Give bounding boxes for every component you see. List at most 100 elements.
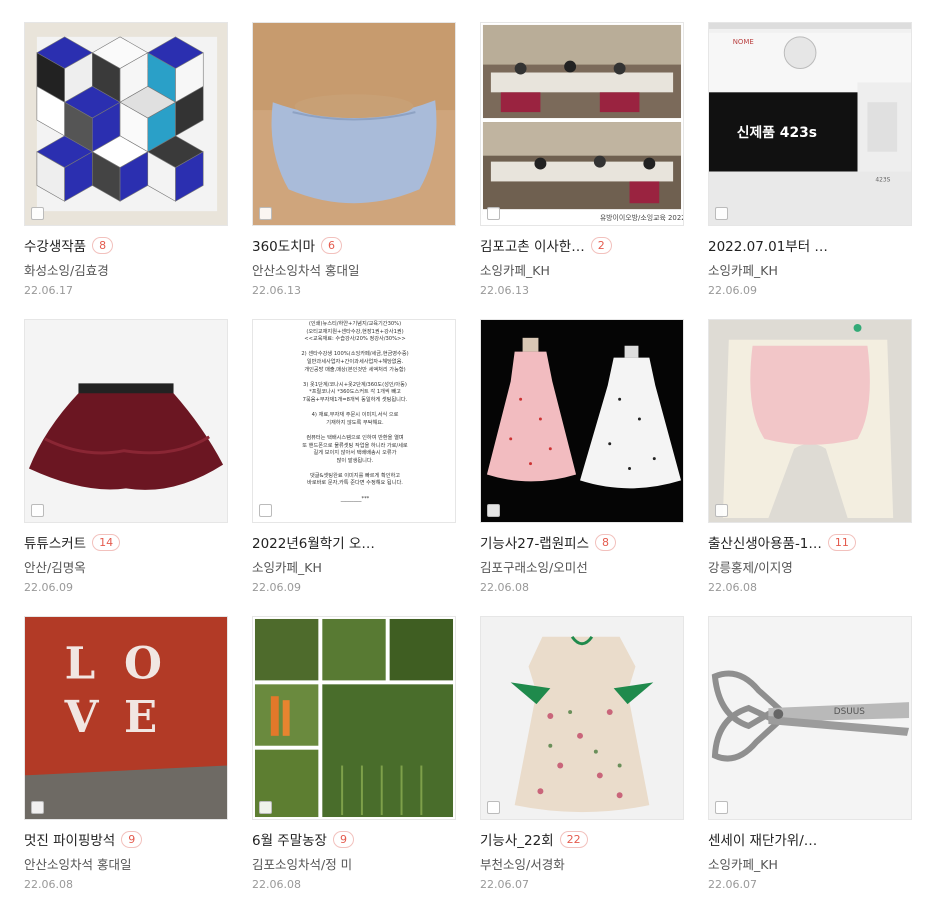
post-author[interactable]: 화성소잉/김효경 — [24, 260, 228, 279]
post-title[interactable]: 튜튜스커트 — [24, 532, 86, 552]
post-card[interactable]: NOME 신제품 423s 423S 2022.07.01부터 … 소잉카페_K… — [708, 22, 912, 319]
post-thumbnail[interactable]: DSUUS — [708, 616, 912, 820]
comment-count-badge: 9 — [121, 830, 143, 848]
tutu-skirt-image — [25, 320, 227, 522]
post-card[interactable]: 튜튜스커트 14 안산/김명옥 22.06.09 — [24, 319, 228, 616]
notice-document: (인쇄)뉴스티/하얀+기념지/교육기간30%) (오티교재지원+센타수강,현장1권… — [253, 320, 455, 522]
select-checkbox[interactable] — [31, 801, 44, 814]
select-checkbox[interactable] — [487, 207, 500, 220]
post-thumbnail[interactable] — [24, 319, 228, 523]
document-line: 개인공방 매출,매상(본인것만 세액처리 가능함) — [304, 366, 406, 373]
post-title[interactable]: 6월 주말농장 — [252, 829, 327, 849]
machine-brand: NOME — [733, 38, 754, 46]
post-card[interactable]: 기능사_22회 22 부천소잉/서경화 22.06.07 — [480, 616, 684, 913]
sewing-machine-image: NOME 신제품 423s 423S — [709, 23, 911, 225]
post-title[interactable]: 수강생작품 — [24, 235, 86, 255]
select-checkbox[interactable] — [259, 207, 272, 220]
post-title[interactable]: 기능사27-랩원피스 — [480, 532, 589, 552]
document-line: 2) 센타수강생 100%(소잉카페/세금,현금영수증) — [301, 351, 409, 358]
post-date: 22.06.09 — [252, 581, 301, 594]
comment-count-badge: 22 — [559, 830, 588, 848]
post-author[interactable]: 안산/김명옥 — [24, 557, 228, 576]
comment-count-badge: 14 — [92, 533, 121, 551]
post-author[interactable]: 안산소잉차석 홍대일 — [252, 260, 456, 279]
document-line: 컴퓨터는 택배시스템으로 인하여 반환을 열며 — [306, 434, 404, 441]
post-card[interactable]: 기능사27-랩원피스 8 김포구래소잉/오미선 22.06.08 — [480, 319, 684, 616]
select-checkbox[interactable] — [487, 504, 500, 517]
post-card[interactable]: 6월 주말농장 9 김포소잉차석/정 미 22.06.08 — [252, 616, 456, 913]
post-date: 22.06.08 — [708, 581, 757, 594]
wrap-dress-image — [481, 320, 683, 522]
post-card[interactable]: (인쇄)뉴스티/하얀+기념지/교육기간30%) (오티교재지원+센타수강,현장1권… — [252, 319, 456, 616]
select-checkbox[interactable] — [259, 801, 272, 814]
post-thumbnail[interactable]: L O V E — [24, 616, 228, 820]
post-author[interactable]: 강릉홍제/이지영 — [708, 557, 912, 576]
document-line: *프릴코나시 *360도스커트 각 1개씩 빼고 — [309, 389, 401, 396]
post-thumbnail[interactable] — [252, 22, 456, 226]
scissors-image: DSUUS — [709, 617, 911, 819]
post-thumbnail[interactable]: NOME 신제품 423s 423S — [708, 22, 912, 226]
post-author[interactable]: 부천소잉/서경화 — [480, 854, 684, 873]
select-checkbox[interactable] — [487, 801, 500, 814]
document-line: 일반과세사업자+간이과세사업자+해당없음. — [306, 358, 404, 365]
comment-count-badge: 9 — [332, 830, 354, 848]
post-title[interactable]: 기능사_22회 — [480, 829, 554, 849]
document-line: 7묶음+부자재1개=8개씩 동일하게 셋팅됩니다. — [302, 396, 408, 403]
love-letter: V — [64, 692, 100, 743]
select-checkbox[interactable] — [259, 504, 272, 517]
love-letter: L — [65, 638, 96, 689]
post-date: 22.06.09 — [24, 581, 73, 594]
post-title[interactable]: 멋진 파이핑방석 — [24, 829, 115, 849]
post-title[interactable]: 2022년6월학기 오… — [252, 532, 375, 552]
select-checkbox[interactable] — [31, 207, 44, 220]
post-date: 22.06.08 — [480, 581, 529, 594]
post-thumbnail[interactable] — [24, 22, 228, 226]
post-title[interactable]: 출산신생아용품-1… — [708, 532, 822, 552]
post-card[interactable]: 360도치마 6 안산소잉차석 홍대일 22.06.13 — [252, 22, 456, 319]
comment-count-badge: 8 — [595, 533, 616, 551]
select-checkbox[interactable] — [715, 504, 728, 517]
post-card[interactable]: 유방이이오방/소잉교육 2022.06.03 김포고촌 이사한… 2 소잉카페_K… — [480, 22, 684, 319]
post-thumbnail[interactable] — [252, 616, 456, 820]
document-line: 4) 재료,부자재 주문시 이미지,서식 으로 — [311, 412, 399, 419]
post-author[interactable]: 김포구래소잉/오미선 — [480, 557, 684, 576]
select-checkbox[interactable] — [31, 504, 44, 517]
post-card[interactable]: L O V E 멋진 파이핑방석 9 안산소잉차석 홍대일 22.06.08 — [24, 616, 228, 913]
post-card[interactable]: DSUUS 센세이 재단가위/… 소잉카페_KH 22.06.07 — [708, 616, 912, 913]
post-title[interactable]: 360도치마 — [252, 235, 315, 255]
post-author[interactable]: 김포소잉차석/정 미 — [252, 854, 456, 873]
document-line: (인쇄)뉴스티/하얀+기념지/교육기간30%) — [308, 321, 402, 327]
post-title[interactable]: 2022.07.01부터 … — [708, 235, 828, 255]
document-line: 바로바로 문자,카톡 준다면 수정해요 됩니다. — [307, 480, 403, 487]
love-letter: O — [124, 638, 162, 689]
post-date: 22.06.08 — [252, 878, 301, 891]
post-author[interactable]: 소잉카페_KH — [480, 260, 684, 279]
select-checkbox[interactable] — [715, 801, 728, 814]
post-card[interactable]: 수강생작품 8 화성소잉/김효경 22.06.17 — [24, 22, 228, 319]
post-thumbnail[interactable] — [480, 319, 684, 523]
comment-count-badge: 11 — [827, 533, 856, 551]
post-thumbnail[interactable] — [480, 616, 684, 820]
post-card[interactable]: 출산신생아용품-1… 11 강릉홍제/이지영 22.06.08 — [708, 319, 912, 616]
document-line: 기재하지 않도록 부탁해요. — [326, 419, 384, 426]
select-checkbox[interactable] — [715, 207, 728, 220]
post-thumbnail[interactable] — [708, 319, 912, 523]
skirt-image — [253, 23, 455, 225]
post-author[interactable]: 소잉카페_KH — [708, 260, 912, 279]
post-author[interactable]: 소잉카페_KH — [708, 854, 912, 873]
post-title[interactable]: 센세이 재단가위/… — [708, 829, 817, 849]
photo-caption: 유방이이오방/소잉교육 2022.06.03 — [600, 213, 683, 222]
comment-count-badge: 8 — [92, 236, 114, 254]
post-date: 22.06.13 — [252, 284, 301, 297]
quilt-image — [25, 23, 227, 225]
post-thumbnail[interactable]: 유방이이오방/소잉교육 2022.06.03 — [480, 22, 684, 226]
post-thumbnail[interactable]: (인쇄)뉴스티/하얀+기념지/교육기간30%) (오티교재지원+센타수강,현장1권… — [252, 319, 456, 523]
post-date: 22.06.17 — [24, 284, 73, 297]
post-author[interactable]: 소잉카페_KH — [252, 557, 456, 576]
post-title[interactable]: 김포고촌 이사한… — [480, 235, 585, 255]
post-author[interactable]: 안산소잉차석 홍대일 — [24, 854, 228, 873]
